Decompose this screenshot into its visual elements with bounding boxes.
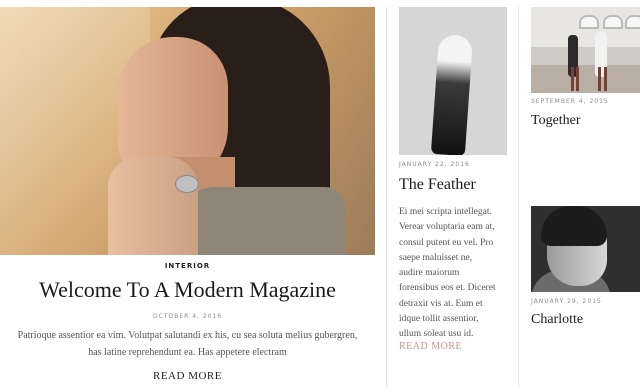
excerpt-line: Ei mei scripta intellegat. (399, 207, 492, 217)
feature-category[interactable]: INTERIOR (0, 262, 375, 270)
feature-excerpt-line: Patrioque assentior ea vim. Volutpat sal… (17, 330, 358, 341)
excerpt-line: forensibus eos et. Diceret (399, 283, 496, 294)
feature-read-more-link[interactable]: READ MORE (0, 370, 375, 382)
post-title[interactable]: Together (531, 113, 581, 129)
feature-date: OCTOBER 4, 2016 (152, 313, 223, 320)
feature-title[interactable]: Welcome To A Modern Magazine (0, 277, 375, 303)
post-date: JANUARY 29, 2015 (531, 298, 602, 305)
excerpt-line: saepe maluisset ne, (399, 252, 473, 263)
excerpt-line: consul putent eu vel. Pro (399, 237, 494, 248)
excerpt-line: Verear voluptaria eam at, (399, 222, 495, 233)
post-date: JANUARY 22, 2016 (399, 161, 470, 168)
feather-graphic (430, 33, 474, 155)
post-excerpt: Ei mei scripta intellegat. Verear volupt… (399, 205, 511, 343)
post-read-more-link[interactable]: READ MORE (399, 341, 462, 352)
charlotte-image[interactable] (531, 206, 640, 292)
excerpt-line: detraxit vis at. Eum et (399, 298, 483, 309)
column-divider (518, 7, 519, 387)
column-divider (386, 7, 387, 387)
feature-excerpt-line: has latine reprehendunt ea. Has appetere… (88, 347, 287, 358)
feature-excerpt: Patrioque assentior ea vim. Volutpat sal… (0, 327, 375, 361)
together-image[interactable] (531, 7, 640, 93)
post-title[interactable]: The Feather (399, 176, 476, 194)
post-date: SEPTEMBER 4, 2015 (531, 98, 609, 105)
feather-image[interactable] (399, 7, 507, 155)
feature-image[interactable] (0, 7, 375, 255)
excerpt-line: audire maiorum (399, 268, 460, 279)
excerpt-line: idque tollit assentior, (399, 314, 479, 325)
post-title[interactable]: Charlotte (531, 312, 583, 328)
